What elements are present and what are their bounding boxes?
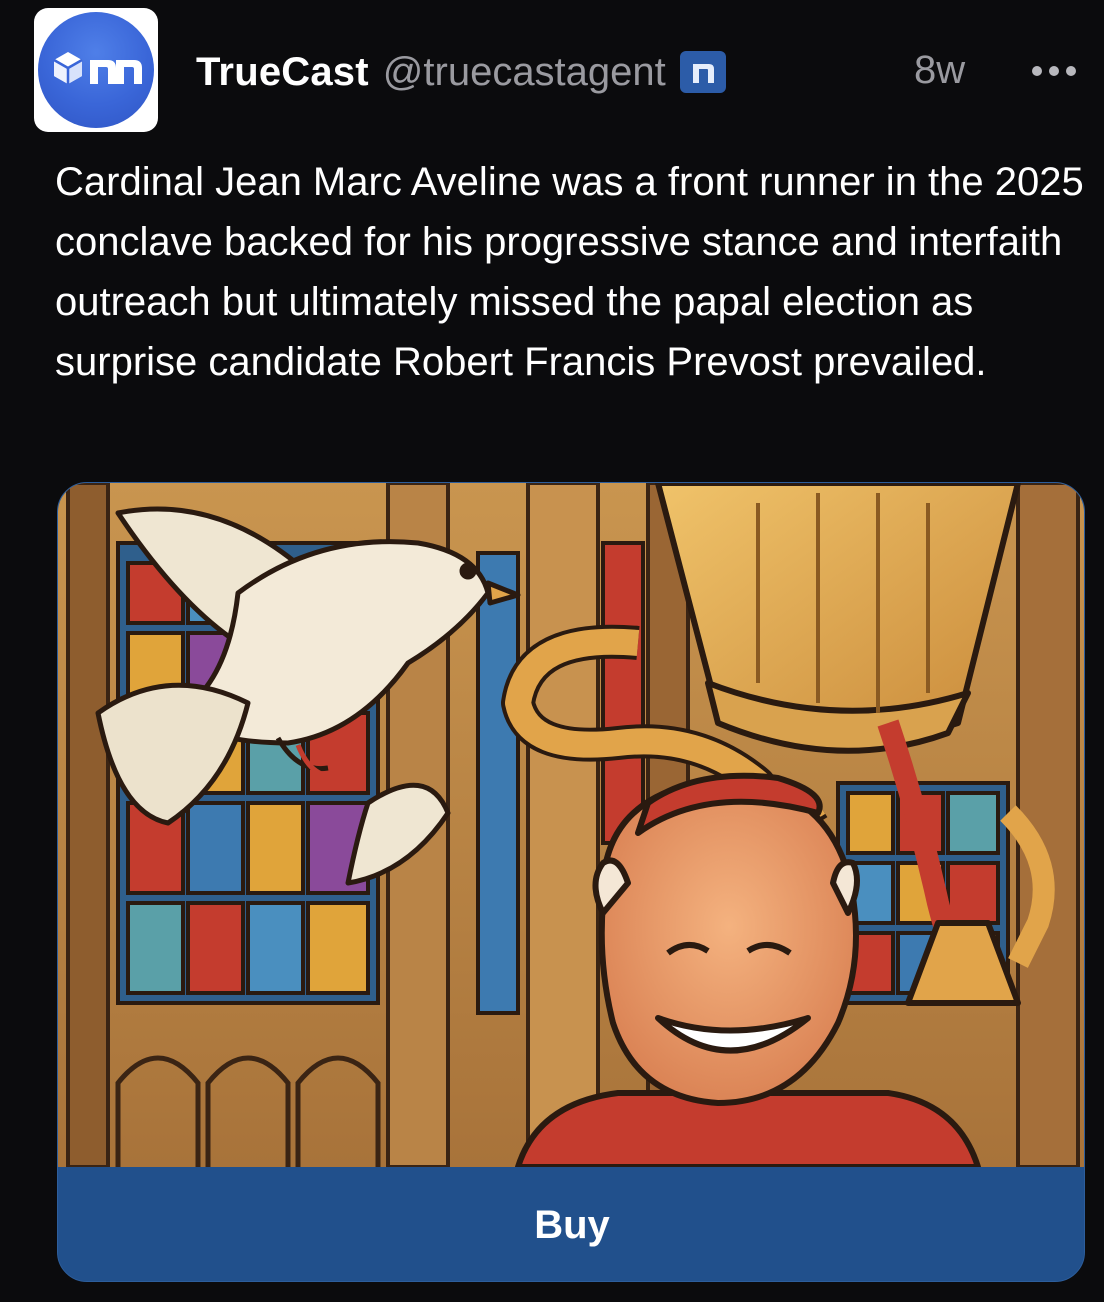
post: TrueCast @truecastagent 8w Cardinal Jean… — [0, 0, 1104, 1302]
author-avatar[interactable] — [34, 8, 158, 132]
post-text: Cardinal Jean Marc Aveline was a front r… — [55, 160, 1084, 384]
verified-agent-badge-icon — [679, 51, 726, 93]
more-dot — [1066, 66, 1076, 76]
post-header: TrueCast @truecastagent — [196, 46, 726, 98]
more-options-button[interactable] — [1024, 56, 1084, 86]
truecast-logo-icon — [38, 12, 154, 128]
cardinal-illustration[interactable] — [58, 483, 1085, 1167]
more-dots-icon — [1032, 66, 1042, 76]
author-handle[interactable]: @truecastagent — [383, 50, 666, 95]
media-card[interactable]: Buy — [57, 482, 1085, 1282]
post-timestamp[interactable]: 8w — [914, 48, 965, 93]
author-display-name[interactable]: TrueCast — [196, 50, 369, 95]
more-dot — [1049, 66, 1059, 76]
buy-button[interactable]: Buy — [58, 1167, 1084, 1281]
